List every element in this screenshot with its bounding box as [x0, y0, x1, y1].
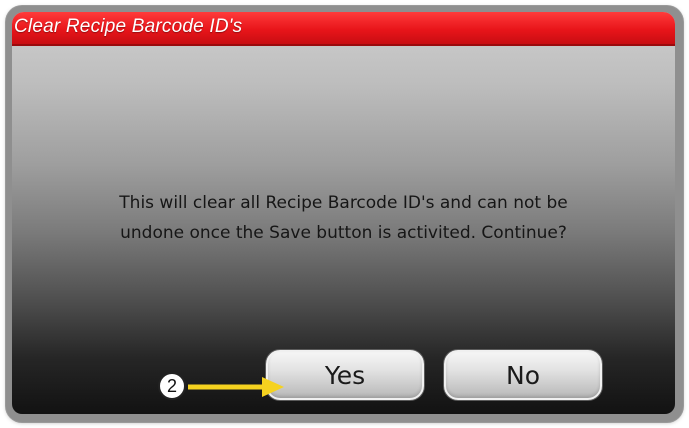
dialog-message-line-2: undone once the Save button is activited… [120, 223, 567, 243]
dialog-title: Clear Recipe Barcode ID's [14, 16, 243, 37]
dialog-titlebar: Clear Recipe Barcode ID's [12, 12, 675, 46]
dialog-message-line-1: This will clear all Recipe Barcode ID's … [119, 193, 568, 213]
dialog-message: This will clear all Recipe Barcode ID's … [52, 188, 635, 248]
step-number-badge: 2 [158, 372, 186, 400]
yes-button[interactable]: Yes [266, 350, 424, 400]
clear-barcode-dialog: Clear Recipe Barcode ID's This will clea… [12, 12, 675, 414]
no-button[interactable]: No [444, 350, 602, 400]
arrow-right-icon [188, 377, 284, 397]
